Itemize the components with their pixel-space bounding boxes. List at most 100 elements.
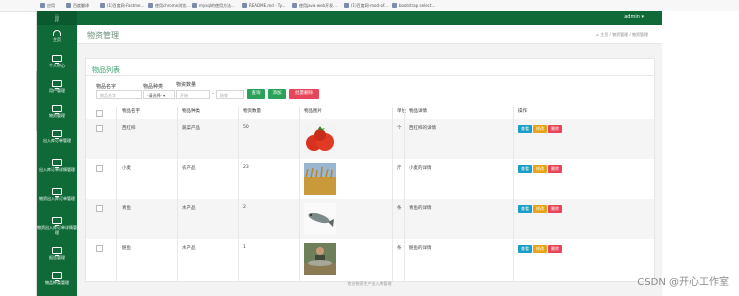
sidebar-item-users[interactable]: 用户管理 (37, 77, 77, 101)
bookmark[interactable]: (1)百度网-Fastme... (100, 2, 144, 9)
view-button[interactable]: 查看 (518, 125, 532, 133)
row-checkbox[interactable] (96, 125, 103, 132)
delete-button[interactable]: 删除 (548, 165, 562, 173)
sidebar: jj 主页 个人中心 用户管理 物资管理 出入库订单管理 出入库订单详情管理 物… (37, 11, 77, 296)
material-list-card: 物品列表 物品名字 物品名字 物品种类 -请选择- ▾ 物资数量 开始 - 结束… (85, 58, 655, 282)
bookmark[interactable]: mysql的使用方法... (192, 2, 235, 9)
sidebar-item-categories[interactable]: 物品种类管理 (37, 269, 77, 293)
column-header: 操作 (518, 109, 527, 114)
count-end-input[interactable]: 结束 (216, 90, 244, 99)
page-title: 物资管理 (87, 31, 119, 40)
sidebar-item-materials[interactable]: 物资管理 (37, 102, 77, 126)
sidebar-item-io-orders[interactable]: 出入库订单管理 (37, 127, 77, 155)
card-title: 物品列表 (92, 66, 120, 74)
row-checkbox[interactable] (96, 245, 103, 252)
row-name: 小麦 (122, 166, 131, 171)
sidebar-item-io-order-details[interactable]: 出入库订单详情管理 (37, 156, 77, 184)
bookmark[interactable]: (1)百度网-mod-of... (344, 2, 388, 9)
view-button[interactable]: 查看 (518, 165, 532, 173)
sidebar-item-home[interactable]: 主页 (37, 27, 77, 51)
bookmark-icon (192, 3, 197, 8)
sidebar-item-profile[interactable]: 个人中心 (37, 52, 77, 76)
fish-photo-image (304, 243, 336, 275)
row-count: 2 (243, 205, 246, 210)
divider (392, 107, 393, 281)
table-row: 小麦 农产品 23 斤 小麦的详情 查看 修改 删除 (86, 159, 654, 199)
name-filter-input[interactable]: 物品名字 (96, 90, 142, 99)
materials-table: 物品名字 物品种类 物资数量 物品图片 单位 物品详情 操作 西红柿 蔬菜产品 … (86, 107, 654, 281)
view-button[interactable]: 查看 (518, 205, 532, 213)
monitor-icon (52, 130, 62, 139)
count-start-input[interactable]: 开始 (176, 90, 210, 99)
batch-delete-button[interactable]: 批量删除 (289, 89, 319, 99)
edit-button[interactable]: 修改 (533, 165, 547, 173)
row-detail: 西红柿的详情 (409, 126, 436, 131)
monitor-icon (52, 217, 62, 226)
edit-button[interactable]: 修改 (533, 205, 547, 213)
sidebar-item-material-io-order-details[interactable]: 物资出入库订单详情管理 (37, 214, 77, 242)
select-all-checkbox[interactable] (96, 110, 103, 117)
bookmark[interactable]: 使用java-web开发... (292, 2, 337, 9)
row-count: 1 (243, 245, 246, 250)
view-button[interactable]: 查看 (518, 245, 532, 253)
bookmark-icon (66, 3, 71, 8)
type-filter-label: 物品种类 (143, 84, 164, 90)
bookmark[interactable]: 百度翻译 (66, 2, 89, 9)
row-unit: 条 (397, 206, 402, 211)
row-unit: 斤 (397, 166, 402, 171)
edit-button[interactable]: 修改 (533, 245, 547, 253)
delete-button[interactable]: 删除 (548, 125, 562, 133)
row-name: 青鱼 (122, 206, 131, 211)
row-unit: 条 (397, 246, 402, 251)
delete-button[interactable]: 删除 (548, 245, 562, 253)
apps-icon (40, 3, 45, 8)
divider (238, 107, 239, 281)
tomato-image (304, 123, 336, 155)
main-content: 物品列表 物品名字 物品名字 物品种类 -请选择- ▾ 物资数量 开始 - 结束… (77, 44, 662, 296)
row-type: 农产品 (182, 166, 196, 171)
bookmark[interactable]: 应用 (40, 2, 55, 9)
table-row: 鲢鱼 水产品 1 条 鲢鱼的详情 查看 修改 删除 (86, 239, 654, 281)
row-detail: 小麦的详情 (409, 166, 432, 171)
monitor-icon (52, 80, 62, 89)
add-button[interactable]: 添加 (268, 89, 286, 99)
delete-button[interactable]: 删除 (548, 205, 562, 213)
monitor-icon (52, 159, 62, 168)
wheat-image (304, 163, 336, 195)
search-button[interactable]: 查询 (247, 89, 265, 99)
row-checkbox[interactable] (96, 205, 103, 212)
page-header: 物资管理 ⌂ 主页 / 物资管理 / 物资管理 (77, 25, 662, 44)
divider (116, 107, 117, 281)
footer: 农业物资生产出入库管理 (347, 281, 392, 286)
row-detail: 青鱼的详情 (409, 206, 432, 211)
bookmark-icon (148, 3, 153, 8)
row-name: 鲢鱼 (122, 246, 131, 251)
row-checkbox[interactable] (96, 165, 103, 172)
bookmark[interactable]: 使用chrome浏览... (148, 2, 190, 9)
column-header: 物品种类 (182, 109, 200, 114)
bookmark[interactable]: README.md - Ty... (242, 2, 285, 9)
sidebar-item-reports[interactable]: 报告管理 (37, 244, 77, 268)
monitor-icon (52, 105, 62, 114)
monitor-icon (52, 272, 62, 281)
bookmark-icon (344, 3, 349, 8)
bookmark-icon (292, 3, 297, 8)
divider (86, 75, 654, 76)
bookmark-icon (100, 3, 105, 8)
sidebar-item-material-io-orders[interactable]: 物资出入库订单管理 (37, 185, 77, 213)
type-filter-select[interactable]: -请选择- ▾ (143, 90, 175, 99)
watermark: CSDN @开心工作室 (637, 277, 729, 288)
edit-button[interactable]: 修改 (533, 125, 547, 133)
row-detail: 鲢鱼的详情 (409, 246, 432, 251)
logo: jj (37, 11, 77, 25)
monitor-icon (52, 55, 62, 64)
user-menu[interactable]: admin ▾ (624, 14, 644, 20)
top-navbar: admin ▾ (77, 11, 662, 25)
table-row: 青鱼 水产品 2 条 青鱼的详情 查看 修改 删除 (86, 199, 654, 239)
name-filter-label: 物品名字 (96, 84, 117, 90)
row-name: 西红柿 (122, 126, 136, 131)
monitor-icon (52, 247, 62, 256)
bookmark[interactable]: bootstrap select... (392, 2, 435, 9)
column-header: 物品图片 (304, 109, 322, 114)
blank-area (662, 11, 739, 296)
